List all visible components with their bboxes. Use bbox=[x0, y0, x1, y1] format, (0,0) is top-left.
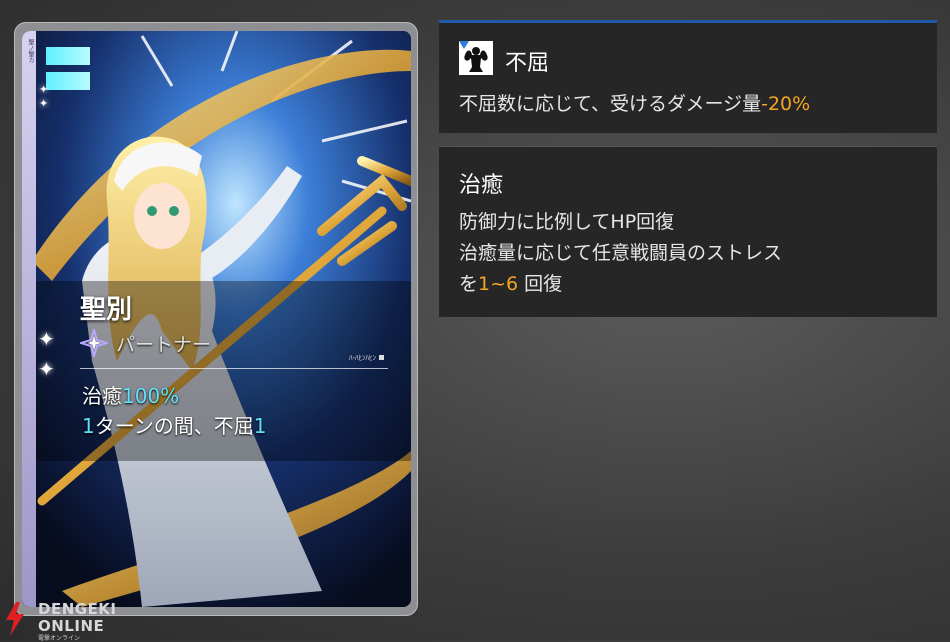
watermark-line-3: 電撃オンライン bbox=[38, 635, 81, 642]
card-effect-line-2: 1ターンの間、不屈1 bbox=[82, 414, 267, 438]
card-type-row: パートナー bbox=[80, 329, 211, 357]
sparkle-star-icon bbox=[80, 329, 108, 357]
lightning-bolt-icon bbox=[6, 602, 24, 636]
sparkle-icon: ✦ bbox=[38, 357, 55, 381]
sparkle-icon: ✦ bbox=[38, 327, 55, 351]
card-name: 聖別 bbox=[80, 295, 133, 325]
card-code: ﾊ-ﾊﾋﾝﾊﾋﾝ bbox=[349, 353, 385, 363]
card-strip-label: 聖ノ聖カ bbox=[27, 39, 34, 63]
rank-bar bbox=[46, 47, 90, 65]
card-side-strip: 聖ノ聖カ bbox=[22, 31, 36, 607]
card-rank-indicator bbox=[46, 47, 90, 97]
watermark-line-1: DENGEKI bbox=[38, 600, 117, 618]
card-divider bbox=[80, 368, 388, 369]
card-effect-line-1: 治癒100% bbox=[82, 384, 180, 408]
keyword-description: 防御力に比例してHP回復 治癒量に応じて任意戦闘員のストレス を1~6 回復 bbox=[459, 207, 782, 300]
keyword-title: 治癒 bbox=[459, 173, 504, 198]
keyword-description: 不屈数に応じて、受けるダメージ量-20% bbox=[459, 93, 811, 115]
card-effect-text: 治癒100% 1ターンの間、不屈1 bbox=[82, 381, 266, 441]
keyword-panel-fukutsu: 不屈 不屈数に応じて、受けるダメージ量-20% bbox=[439, 20, 937, 133]
description-line: 防御力に比例してHP回復 bbox=[459, 211, 675, 233]
keyword-title: 不屈 bbox=[505, 51, 550, 76]
muscle-flex-icon bbox=[459, 41, 493, 75]
sparkle-icon: ✦ bbox=[39, 83, 49, 96]
card-type-label: パートナー bbox=[116, 333, 212, 356]
rank-bar bbox=[46, 72, 90, 90]
description-line: を1~6 回復 bbox=[459, 273, 563, 295]
sparkle-icon: ✦ bbox=[39, 97, 49, 110]
dengeki-online-watermark: DENGEKI ONLINE 電撃オンライン bbox=[4, 600, 124, 642]
skill-card[interactable]: 聖ノ聖カ ✦ ✦ ✦ ✦ 聖別 パートナー ﾊ-ﾊﾋﾝﾊﾋﾝ 治癒100% 1タ… bbox=[22, 31, 411, 607]
keyword-panel-chiyu: 治癒 防御力に比例してHP回復 治癒量に応じて任意戦闘員のストレス を1~6 回… bbox=[439, 146, 937, 317]
description-line: 治癒量に応じて任意戦闘員のストレス bbox=[459, 242, 783, 264]
